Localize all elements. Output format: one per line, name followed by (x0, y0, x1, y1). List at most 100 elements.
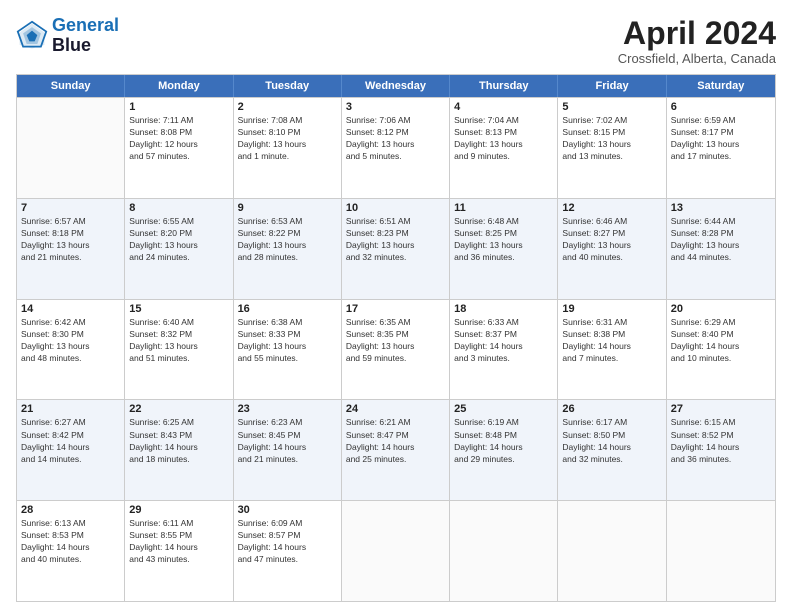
cell-info-line: Sunrise: 6:35 AM (346, 317, 445, 328)
cell-info-line: and 18 minutes. (129, 454, 228, 465)
cell-info-line: and 17 minutes. (671, 151, 771, 162)
day-of-week-monday: Monday (125, 75, 233, 97)
cell-info-line: and 14 minutes. (21, 454, 120, 465)
cell-info-line: Daylight: 14 hours (129, 542, 228, 553)
cell-info-line: Daylight: 14 hours (671, 442, 771, 453)
empty-cell (17, 98, 125, 198)
day-number: 7 (21, 202, 120, 214)
cell-info-line: Daylight: 13 hours (238, 341, 337, 352)
cell-info-line: Sunset: 8:15 PM (562, 127, 661, 138)
day-cell-21: 21Sunrise: 6:27 AMSunset: 8:42 PMDayligh… (17, 400, 125, 500)
day-number: 30 (238, 504, 337, 516)
cell-info-line: Sunset: 8:12 PM (346, 127, 445, 138)
day-cell-4: 4Sunrise: 7:04 AMSunset: 8:13 PMDaylight… (450, 98, 558, 198)
day-number: 12 (562, 202, 661, 214)
cell-info-line: Sunrise: 6:29 AM (671, 317, 771, 328)
day-number: 21 (21, 403, 120, 415)
cell-info-line: Sunrise: 6:33 AM (454, 317, 553, 328)
cell-info-line: and 13 minutes. (562, 151, 661, 162)
cell-info-line: Sunset: 8:20 PM (129, 228, 228, 239)
day-cell-8: 8Sunrise: 6:55 AMSunset: 8:20 PMDaylight… (125, 199, 233, 299)
cell-info-line: and 7 minutes. (562, 353, 661, 364)
cell-info-line: Sunset: 8:50 PM (562, 430, 661, 441)
cell-info-line: Sunset: 8:45 PM (238, 430, 337, 441)
day-cell-26: 26Sunrise: 6:17 AMSunset: 8:50 PMDayligh… (558, 400, 666, 500)
cell-info-line: Sunset: 8:42 PM (21, 430, 120, 441)
day-number: 17 (346, 303, 445, 315)
cell-info-line: Sunrise: 6:09 AM (238, 518, 337, 529)
cell-info-line: and 43 minutes. (129, 554, 228, 565)
cell-info-line: Daylight: 13 hours (21, 240, 120, 251)
cell-info-line: Sunset: 8:30 PM (21, 329, 120, 340)
cell-info-line: Sunrise: 6:17 AM (562, 417, 661, 428)
cell-info-line: and 55 minutes. (238, 353, 337, 364)
day-cell-30: 30Sunrise: 6:09 AMSunset: 8:57 PMDayligh… (234, 501, 342, 601)
day-number: 9 (238, 202, 337, 214)
day-cell-5: 5Sunrise: 7:02 AMSunset: 8:15 PMDaylight… (558, 98, 666, 198)
cell-info-line: and 10 minutes. (671, 353, 771, 364)
day-of-week-tuesday: Tuesday (234, 75, 342, 97)
day-cell-12: 12Sunrise: 6:46 AMSunset: 8:27 PMDayligh… (558, 199, 666, 299)
day-number: 23 (238, 403, 337, 415)
day-cell-28: 28Sunrise: 6:13 AMSunset: 8:53 PMDayligh… (17, 501, 125, 601)
cell-info-line: Sunset: 8:52 PM (671, 430, 771, 441)
cell-info-line: and 57 minutes. (129, 151, 228, 162)
cell-info-line: Sunset: 8:18 PM (21, 228, 120, 239)
day-cell-17: 17 Sunrise: 6:35 AMSunset: 8:35 PMDayligh… (342, 300, 450, 400)
day-of-week-thursday: Thursday (450, 75, 558, 97)
cell-info-line: Daylight: 14 hours (346, 442, 445, 453)
day-cell-10: 10Sunrise: 6:51 AMSunset: 8:23 PMDayligh… (342, 199, 450, 299)
cell-info-line: Sunset: 8:23 PM (346, 228, 445, 239)
day-number: 28 (21, 504, 120, 516)
cell-info-line: Sunrise: 7:04 AM (454, 115, 553, 126)
day-cell-13: 13Sunrise: 6:44 AMSunset: 8:28 PMDayligh… (667, 199, 775, 299)
day-number: 19 (562, 303, 661, 315)
cell-info-line: Sunset: 8:22 PM (238, 228, 337, 239)
cell-info-line: Sunrise: 6:40 AM (129, 317, 228, 328)
day-number: 25 (454, 403, 553, 415)
cell-info-line: Sunset: 8:17 PM (671, 127, 771, 138)
cell-info-line: Sunrise: 6:38 AM (238, 317, 337, 328)
day-of-week-wednesday: Wednesday (342, 75, 450, 97)
cell-info-line: and 3 minutes. (454, 353, 553, 364)
calendar-row-1: 1Sunrise: 7:11 AMSunset: 8:08 PMDaylight… (17, 97, 775, 198)
cell-info-line: and 40 minutes. (562, 252, 661, 263)
day-cell-25: 25Sunrise: 6:19 AMSunset: 8:48 PMDayligh… (450, 400, 558, 500)
day-of-week-saturday: Saturday (667, 75, 775, 97)
logo-icon (16, 20, 48, 52)
cell-info-line: and 36 minutes. (671, 454, 771, 465)
day-number: 11 (454, 202, 553, 214)
cell-info-line: Sunset: 8:10 PM (238, 127, 337, 138)
cell-info-line: Daylight: 14 hours (21, 542, 120, 553)
day-of-week-friday: Friday (558, 75, 666, 97)
cell-info-line: Sunset: 8:33 PM (238, 329, 337, 340)
cell-info-line: Daylight: 13 hours (562, 139, 661, 150)
cell-info-line: Sunset: 8:28 PM (671, 228, 771, 239)
cell-info-line: Daylight: 13 hours (671, 240, 771, 251)
cell-info-line: Daylight: 14 hours (238, 442, 337, 453)
calendar: SundayMondayTuesdayWednesdayThursdayFrid… (16, 74, 776, 602)
calendar-row-3: 14Sunrise: 6:42 AMSunset: 8:30 PMDayligh… (17, 299, 775, 400)
day-number: 1 (129, 101, 228, 113)
cell-info-line: Sunset: 8:27 PM (562, 228, 661, 239)
cell-info-line: and 48 minutes. (21, 353, 120, 364)
cell-info-line: Daylight: 12 hours (129, 139, 228, 150)
cell-info-line: Sunrise: 6:55 AM (129, 216, 228, 227)
day-cell-18: 18Sunrise: 6:33 AMSunset: 8:37 PMDayligh… (450, 300, 558, 400)
day-cell-22: 22Sunrise: 6:25 AMSunset: 8:43 PMDayligh… (125, 400, 233, 500)
day-cell-3: 3Sunrise: 7:06 AMSunset: 8:12 PMDaylight… (342, 98, 450, 198)
logo: General Blue (16, 16, 119, 56)
cell-info-line: Sunrise: 6:48 AM (454, 216, 553, 227)
cell-info-line: Sunset: 8:35 PM (346, 329, 445, 340)
header: General Blue April 2024 Crossfield, Albe… (16, 16, 776, 66)
cell-info-line: Daylight: 13 hours (346, 341, 445, 352)
cell-info-line: Sunset: 8:40 PM (671, 329, 771, 340)
day-number: 24 (346, 403, 445, 415)
cell-info-line: Daylight: 14 hours (129, 442, 228, 453)
cell-info-line: Sunset: 8:25 PM (454, 228, 553, 239)
cell-info-line: Sunrise: 6:57 AM (21, 216, 120, 227)
day-number: 18 (454, 303, 553, 315)
cell-info-line: Sunrise: 7:02 AM (562, 115, 661, 126)
day-number: 10 (346, 202, 445, 214)
calendar-body: 1Sunrise: 7:11 AMSunset: 8:08 PMDaylight… (17, 97, 775, 601)
